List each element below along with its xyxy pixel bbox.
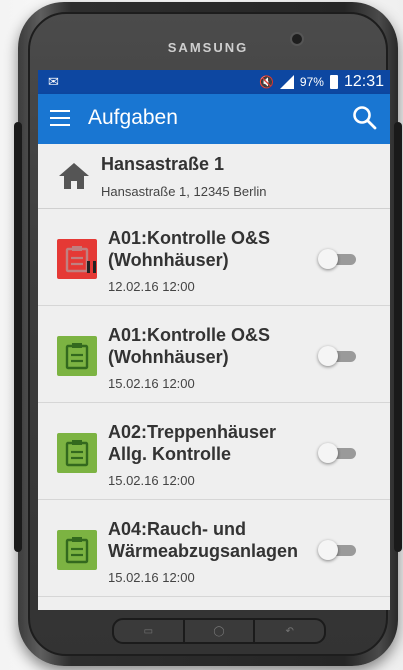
task-toggle[interactable] [318,443,356,463]
task-toggle[interactable] [318,346,356,366]
home-icon [59,163,89,189]
front-camera [290,32,304,46]
task-toggle[interactable] [318,249,356,269]
task-status-icon [57,239,97,279]
back-key[interactable]: ↶ [255,620,324,642]
battery-percent: 97% [299,75,324,89]
page-title: Aufgaben [88,106,178,129]
recent-apps-key[interactable]: ▭ [114,620,185,642]
task-item[interactable]: A02:Treppenhäuser Allg. Kontrolle 15.02.… [38,403,390,500]
mute-icon: 🔇 [258,75,274,89]
clipboard-icon [65,440,89,467]
task-date: 15.02.16 12:00 [108,570,195,585]
hamburger-menu-icon[interactable] [50,110,70,131]
task-date: 12.02.16 12:00 [108,279,195,294]
task-title: A02:Treppenhäuser Allg. Kontrolle [108,422,277,464]
task-title: A01:Kontrolle O&S (Wohnhäuser) [108,228,271,270]
clipboard-icon [65,246,89,273]
address-header[interactable]: Hansastraße 1 Hansastraße 1, 12345 Berli… [38,144,390,209]
task-item[interactable]: A01:Kontrolle O&S (Wohnhäuser) 15.02.16 … [38,306,390,403]
mail-notification-icon: ✉ [48,74,59,89]
address-subtitle: Hansastraße 1, 12345 Berlin [101,184,267,199]
task-toggle[interactable] [318,540,356,560]
right-bumper [394,122,402,552]
task-status-icon [57,530,97,570]
home-key[interactable]: ◯ [185,620,256,642]
clipboard-icon [65,537,89,564]
left-bumper [14,122,22,552]
clock: 12:31 [343,73,384,90]
signal-icon [279,75,294,89]
status-indicators: 🔇 97% 12:31 [259,73,384,91]
task-item[interactable]: A01:Kontrolle O&S (Wohnhäuser) 12.02.16 … [38,209,390,306]
task-title: A01:Kontrolle O&S (Wohnhäuser) [108,325,271,367]
task-status-icon [57,336,97,376]
task-title: A04:Rauch- und Wärmeabzugsanlagen [108,519,299,561]
task-date: 15.02.16 12:00 [108,376,195,391]
task-item[interactable]: A04:Rauch- und Wärmeabzugsanlagen 15.02.… [38,500,390,597]
battery-charging-icon [329,75,338,89]
app-screen: ✉ 🔇 97% 12:31 Aufgaben Hansastraße 1 Han… [38,70,390,610]
address-title: Hansastraße 1 [101,154,225,174]
task-status-icon [57,433,97,473]
clipboard-icon [65,343,89,370]
brand-logo: SAMSUNG [167,40,249,55]
hardware-nav-keys: ▭ ◯ ↶ [112,618,326,644]
app-bar: Aufgaben [38,94,390,144]
pause-icon [87,261,97,273]
status-bar: ✉ 🔇 97% 12:31 [38,70,390,94]
task-date: 15.02.16 12:00 [108,473,195,488]
search-icon[interactable] [352,105,378,131]
